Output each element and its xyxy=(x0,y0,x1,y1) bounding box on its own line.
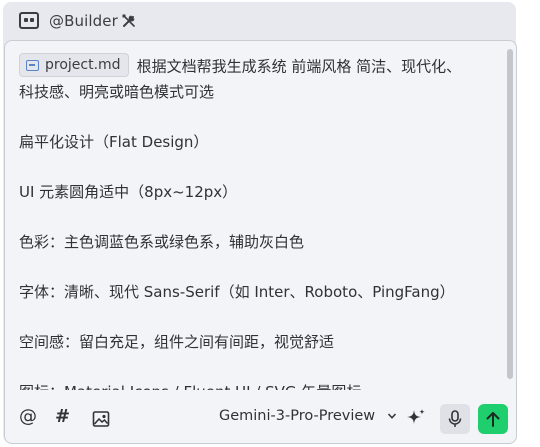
intro-line-1: project.md 根据文档帮我生成系统 前端风格 简洁、现代化、 xyxy=(19,53,489,80)
agent-bot-icon[interactable] xyxy=(19,12,39,29)
arrow-up-icon xyxy=(486,412,500,427)
attachment-label: project.md xyxy=(45,57,121,73)
file-image-icon xyxy=(26,59,39,71)
paragraph-flat-design: 扁平化设计（Flat Design） xyxy=(19,132,209,151)
agent-name[interactable]: @Builder xyxy=(49,12,118,30)
send-button[interactable] xyxy=(478,404,508,434)
model-selector[interactable]: Gemini-3-Pro-Preview xyxy=(219,408,397,424)
paragraph-radius: UI 元素圆角适中（8px~12px） xyxy=(19,182,238,201)
sparkle-icon[interactable] xyxy=(405,407,427,429)
attachment-chip[interactable]: project.md xyxy=(19,53,129,77)
agent-header: @Builder xyxy=(3,2,516,40)
bot-eye-left xyxy=(24,18,28,22)
paragraph-fonts: 字体：清晰、现代 Sans-Serif（如 Inter、Roboto、PingF… xyxy=(19,282,455,301)
intro-line-2: 科技感、明亮或暗色模式可选 xyxy=(19,82,215,101)
microphone-icon xyxy=(448,410,462,427)
prompt-editor[interactable]: project.md 根据文档帮我生成系统 前端风格 简洁、现代化、 科技感、明… xyxy=(4,40,517,391)
intro-text-line1: 根据文档帮我生成系统 前端风格 简洁、现代化、 xyxy=(136,57,462,76)
editor-scrollbar[interactable] xyxy=(507,49,513,379)
composer-toolbar: @ # Gemini-3-Pro-Preview xyxy=(4,390,517,444)
chat-composer-panel: @Builder project.md 根据文档帮我生成系统 前端风格 简洁、现… xyxy=(3,2,517,444)
hash-icon[interactable]: # xyxy=(55,407,75,427)
microphone-button[interactable] xyxy=(440,404,470,434)
bot-eye-right xyxy=(30,18,34,22)
chevron-down-icon xyxy=(388,413,397,419)
model-name: Gemini-3-Pro-Preview xyxy=(219,408,376,424)
mention-icon[interactable]: @ xyxy=(19,407,39,427)
paragraph-spacing: 空间感：留白充足，组件之间有间距，视觉舒适 xyxy=(19,332,335,351)
prompt-text[interactable]: project.md 根据文档帮我生成系统 前端风格 简洁、现代化、 科技感、明… xyxy=(19,53,489,391)
image-icon[interactable] xyxy=(91,409,111,429)
paragraph-colors: 色彩：主色调蓝色系或绿色系，辅助灰白色 xyxy=(19,232,305,251)
wrench-screwdriver-icon[interactable] xyxy=(121,13,137,29)
